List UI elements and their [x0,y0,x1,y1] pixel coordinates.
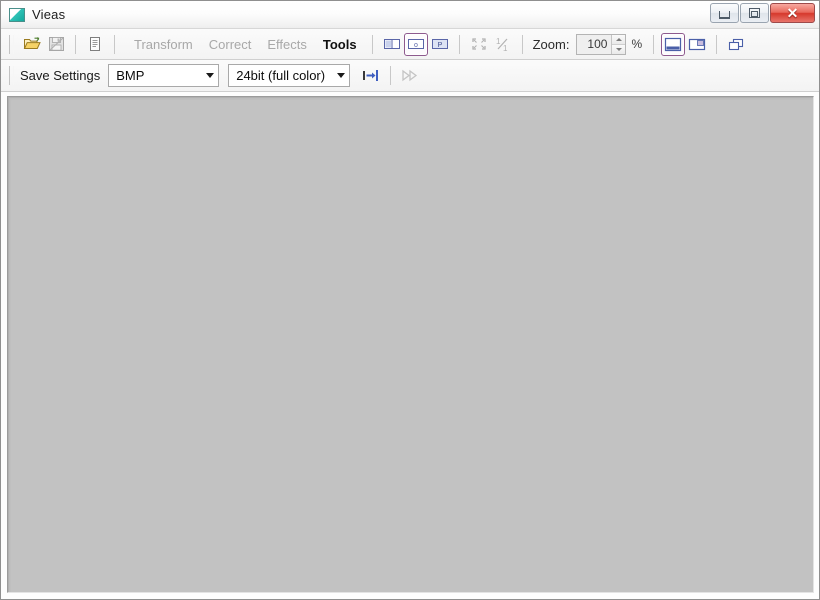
save-settings-toolbar: Save Settings BMP 24bit (full color) [1,60,819,92]
bottom-panel-layout-icon [664,37,682,52]
view-mode-preview-button[interactable]: P [428,33,452,56]
toolbar-separator-2 [114,35,115,54]
toolbar-separator-6 [653,35,654,54]
application-window: Vieas ✕ [0,0,820,600]
split-view-icon [383,37,401,51]
svg-text:o: o [414,42,418,49]
menu-item-correct[interactable]: Correct [201,34,260,55]
minimize-icon [719,11,730,19]
color-depth-select[interactable]: 24bit (full color) [228,64,350,87]
maximize-icon [749,8,760,18]
image-canvas[interactable] [7,96,814,593]
batch-run-button[interactable] [398,64,422,87]
cascade-windows-icon [727,37,745,52]
window-controls: ✕ [710,3,815,23]
save-format-select[interactable]: BMP [108,64,219,87]
save-disk-icon [48,36,65,52]
side-panel-layout-button[interactable] [685,33,709,56]
window-title: Vieas [32,7,65,22]
image-properties-button[interactable] [83,33,107,56]
menu-bar: Transform Correct Effects Tools [126,34,365,55]
apply-settings-button[interactable] [359,64,383,87]
zoom-increase-button[interactable] [612,35,625,45]
save-format-value: BMP [116,68,198,83]
preview-view-icon: P [431,37,449,51]
save-toolbar-separator [390,66,391,85]
toolbar-separator-5 [522,35,523,54]
canvas-container [1,92,819,599]
close-icon: ✕ [787,6,799,20]
caret-down-icon [616,48,622,51]
color-depth-value: 24bit (full color) [236,68,329,83]
zoom-stepper-arrows [611,35,625,54]
view-mode-split-button[interactable] [380,33,404,56]
side-panel-layout-icon [688,37,706,52]
zoom-input[interactable]: 100 [577,35,611,54]
zoom-decrease-button[interactable] [612,45,625,54]
zoom-unit-label: % [631,37,642,51]
cascade-windows-button[interactable] [724,33,748,56]
minimize-button[interactable] [710,3,739,23]
menu-item-transform[interactable]: Transform [126,34,201,55]
original-view-icon: o [407,37,425,51]
app-logo-icon [9,8,25,22]
save-toolbar-grip[interactable] [9,66,14,85]
save-file-button[interactable] [44,33,68,56]
caret-up-icon [616,38,622,41]
view-mode-original-button[interactable]: o [404,33,428,56]
fit-to-screen-button[interactable] [467,33,491,56]
toolbar-separator-1 [75,35,76,54]
actual-size-button[interactable]: 1 1 [491,33,515,56]
menu-item-effects[interactable]: Effects [259,34,315,55]
chevron-down-icon [206,73,214,78]
svg-text:1: 1 [503,44,508,52]
open-file-button[interactable] [20,33,44,56]
menu-item-tools[interactable]: Tools [315,34,365,55]
document-properties-icon [88,36,102,52]
fit-to-screen-icon [471,37,487,51]
svg-text:1: 1 [496,37,501,46]
toolbar-separator-4 [459,35,460,54]
batch-run-fast-forward-icon [400,68,420,83]
zoom-label: Zoom: [533,37,570,52]
save-settings-label: Save Settings [20,68,100,83]
actual-size-one-to-one-icon: 1 1 [495,37,511,52]
chevron-down-icon [337,73,345,78]
apply-settings-icon [362,68,380,83]
toolbar-separator-7 [716,35,717,54]
open-folder-icon [23,36,41,52]
maximize-button[interactable] [740,3,769,23]
close-button[interactable]: ✕ [770,3,815,23]
zoom-stepper[interactable]: 100 [576,34,626,55]
bottom-panel-layout-button[interactable] [661,33,685,56]
toolbar-separator-3 [372,35,373,54]
title-bar: Vieas ✕ [1,1,819,29]
svg-text:P: P [437,42,442,49]
main-toolbar: Transform Correct Effects Tools o P [1,29,819,60]
toolbar-grip[interactable] [9,35,14,54]
